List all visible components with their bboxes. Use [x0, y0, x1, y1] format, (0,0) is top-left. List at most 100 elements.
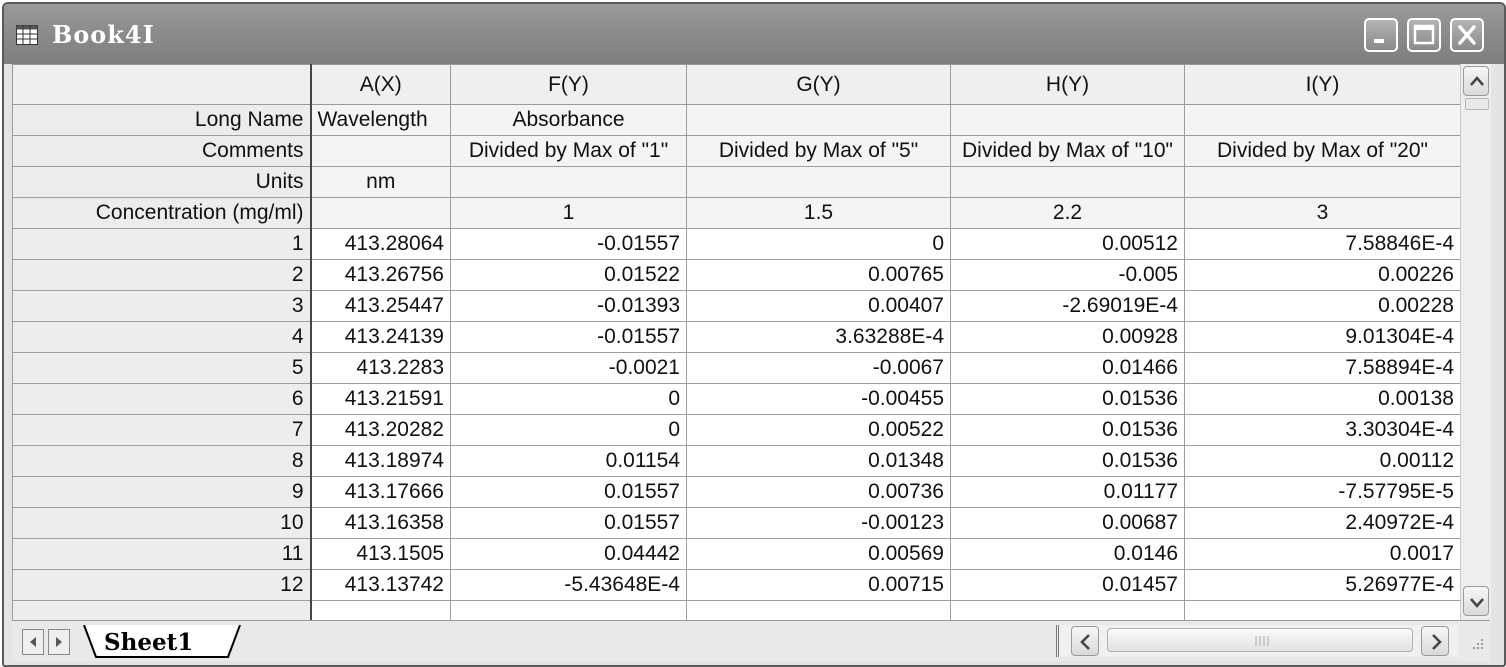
label-cell[interactable]: [310, 197, 451, 229]
data-cell[interactable]: -0.0021: [450, 352, 687, 384]
data-cell[interactable]: 413.18974: [310, 445, 451, 477]
horizontal-scrollbar[interactable]: [1056, 625, 1459, 657]
data-cell[interactable]: 0: [450, 383, 687, 415]
row-index[interactable]: 6: [12, 383, 312, 415]
data-cell[interactable]: 0.00407: [686, 290, 951, 322]
data-cell[interactable]: 0.01557: [450, 507, 687, 539]
data-cell[interactable]: -0.00123: [686, 507, 951, 539]
resize-grip-icon[interactable]: [1462, 625, 1488, 657]
label-cell[interactable]: [310, 135, 451, 167]
data-cell[interactable]: 413.24139: [310, 321, 451, 353]
data-cell[interactable]: 0.00715: [686, 569, 951, 601]
data-cell[interactable]: 0.01348: [686, 445, 951, 477]
vertical-scrollbar[interactable]: [1460, 64, 1491, 620]
row-index[interactable]: 12: [12, 569, 312, 601]
data-cell[interactable]: 2.40972E-4: [1184, 507, 1460, 539]
worksheet-grid-icon[interactable]: [16, 25, 38, 45]
scroll-right-button[interactable]: [1421, 626, 1449, 656]
vertical-scroll-thumb[interactable]: [1465, 98, 1489, 110]
data-cell[interactable]: -0.00455: [686, 383, 951, 415]
label-cell[interactable]: Absorbance: [450, 104, 687, 136]
data-cell[interactable]: 0.01536: [950, 383, 1185, 415]
data-cell[interactable]: 0: [686, 228, 951, 260]
data-cell[interactable]: 413.1505: [310, 538, 451, 570]
column-header[interactable]: I(Y): [1184, 64, 1460, 105]
data-cell[interactable]: 413.21591: [310, 383, 451, 415]
scroll-left-button[interactable]: [1071, 626, 1099, 656]
data-cell[interactable]: 0.0017: [1184, 538, 1460, 570]
label-cell[interactable]: Wavelength: [310, 104, 451, 136]
data-cell[interactable]: -0.01393: [450, 290, 687, 322]
data-cell[interactable]: -0.005: [950, 259, 1185, 291]
label-cell[interactable]: [686, 166, 951, 198]
maximize-button[interactable]: [1407, 18, 1441, 52]
data-cell[interactable]: 0.00522: [686, 414, 951, 446]
label-cell[interactable]: Divided by Max of "10": [950, 135, 1185, 167]
data-cell[interactable]: 413.17666: [310, 476, 451, 508]
label-cell[interactable]: [1184, 104, 1460, 136]
label-cell[interactable]: [950, 166, 1185, 198]
data-cell[interactable]: 413.16358: [310, 507, 451, 539]
data-cell[interactable]: 0.00228: [1184, 290, 1460, 322]
column-header[interactable]: H(Y): [950, 64, 1185, 105]
row-index[interactable]: 3: [12, 290, 312, 322]
data-cell[interactable]: 7.58894E-4: [1184, 352, 1460, 384]
data-cell[interactable]: 413.13742: [310, 569, 451, 601]
row-index[interactable]: 4: [12, 321, 312, 353]
data-cell[interactable]: [1184, 600, 1460, 620]
data-cell[interactable]: [950, 600, 1185, 620]
column-header[interactable]: F(Y): [450, 64, 687, 105]
data-cell[interactable]: 0.01536: [950, 414, 1185, 446]
scroll-down-button[interactable]: [1463, 586, 1489, 616]
data-cell[interactable]: 9.01304E-4: [1184, 321, 1460, 353]
data-cell[interactable]: [450, 600, 687, 620]
close-button[interactable]: [1450, 18, 1484, 52]
data-cell[interactable]: -5.43648E-4: [450, 569, 687, 601]
minimize-button[interactable]: [1364, 18, 1398, 52]
row-index[interactable]: 2: [12, 259, 312, 291]
data-cell[interactable]: 0.00928: [950, 321, 1185, 353]
row-index[interactable]: 10: [12, 507, 312, 539]
data-cell[interactable]: 7.58846E-4: [1184, 228, 1460, 260]
data-cell[interactable]: 0.01177: [950, 476, 1185, 508]
row-index[interactable]: 8: [12, 445, 312, 477]
row-index[interactable]: 5: [12, 352, 312, 384]
data-cell[interactable]: 0.00736: [686, 476, 951, 508]
data-cell[interactable]: [310, 600, 451, 620]
label-cell[interactable]: 2.2: [950, 197, 1185, 229]
data-cell[interactable]: 413.28064: [310, 228, 451, 260]
data-cell[interactable]: 0.01457: [950, 569, 1185, 601]
data-cell[interactable]: -0.01557: [450, 228, 687, 260]
label-cell[interactable]: 1.5: [686, 197, 951, 229]
horizontal-scroll-thumb[interactable]: [1107, 628, 1413, 652]
data-cell[interactable]: 0.04442: [450, 538, 687, 570]
row-index[interactable]: 1: [12, 228, 312, 260]
next-sheet-button[interactable]: [48, 629, 70, 655]
column-header[interactable]: G(Y): [686, 64, 951, 105]
data-cell[interactable]: 0.01557: [450, 476, 687, 508]
row-index[interactable]: 9: [12, 476, 312, 508]
data-cell[interactable]: 0.00138: [1184, 383, 1460, 415]
label-row-header[interactable]: Comments: [12, 135, 312, 167]
data-cell[interactable]: [686, 600, 951, 620]
data-cell[interactable]: 0.01536: [950, 445, 1185, 477]
data-cell[interactable]: 0.00569: [686, 538, 951, 570]
data-cell[interactable]: 0.00112: [1184, 445, 1460, 477]
data-cell[interactable]: -7.57795E-5: [1184, 476, 1460, 508]
label-cell[interactable]: nm: [310, 166, 451, 198]
data-cell[interactable]: 0.01522: [450, 259, 687, 291]
row-index[interactable]: 7: [12, 414, 312, 446]
data-cell[interactable]: -2.69019E-4: [950, 290, 1185, 322]
data-cell[interactable]: 413.26756: [310, 259, 451, 291]
corner-cell[interactable]: [12, 64, 312, 105]
data-cell[interactable]: 413.2283: [310, 352, 451, 384]
label-cell[interactable]: 1: [450, 197, 687, 229]
worksheet-grid[interactable]: A(X) F(Y) G(Y) H(Y) I(Y) Long Name Wavelength A…: [12, 64, 1460, 620]
label-row-header[interactable]: Units: [12, 166, 312, 198]
data-cell[interactable]: -0.0067: [686, 352, 951, 384]
data-cell[interactable]: -0.01557: [450, 321, 687, 353]
title-bar[interactable]: Book4I: [4, 4, 1504, 64]
data-cell[interactable]: 0.00226: [1184, 259, 1460, 291]
row-index[interactable]: [12, 600, 312, 620]
row-index[interactable]: 11: [12, 538, 312, 570]
